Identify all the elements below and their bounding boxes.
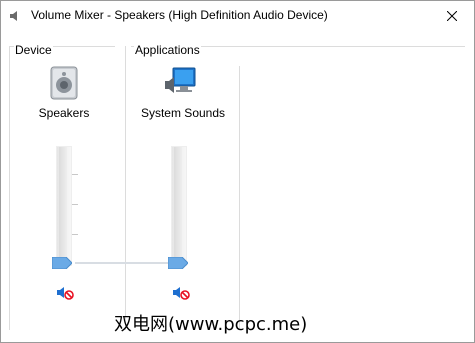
applications-group-label: Applications [134, 43, 201, 57]
title-bar[interactable]: Volume Mixer - Speakers (High Definition… [1, 1, 474, 32]
application-mute-button[interactable] [172, 285, 190, 301]
device-tick [72, 204, 78, 205]
device-tick [72, 234, 78, 235]
device-level-meter [59, 147, 67, 265]
device-volume-thumb[interactable] [52, 257, 72, 269]
device-mute-button[interactable] [56, 285, 74, 301]
window-title: Volume Mixer - Speakers (High Definition… [31, 8, 328, 22]
system-sounds-icon[interactable] [164, 66, 198, 100]
application-name-label: System Sounds [140, 106, 226, 120]
device-group-left-border [9, 46, 10, 330]
close-icon [447, 11, 457, 21]
application-volume-thumb[interactable] [168, 257, 188, 269]
applications-column-divider [239, 66, 240, 330]
watermark-text: 双电网(www.pcpc.me) [114, 314, 308, 335]
application-level-meter [174, 147, 182, 265]
device-name-label: Speakers [38, 106, 90, 120]
close-button[interactable] [430, 1, 474, 31]
device-group-label: Device [14, 43, 53, 57]
speakers-device-icon[interactable] [47, 66, 81, 100]
mixer-client-area: Device Applications Speakers System Soun… [9, 32, 465, 330]
device-tick [72, 174, 78, 175]
device-group-divider [125, 46, 126, 330]
device-volume-track[interactable] [56, 146, 72, 266]
application-volume-track[interactable] [171, 146, 187, 266]
volume-mixer-window: Volume Mixer - Speakers (High Definition… [0, 0, 475, 343]
speaker-icon [10, 11, 17, 21]
